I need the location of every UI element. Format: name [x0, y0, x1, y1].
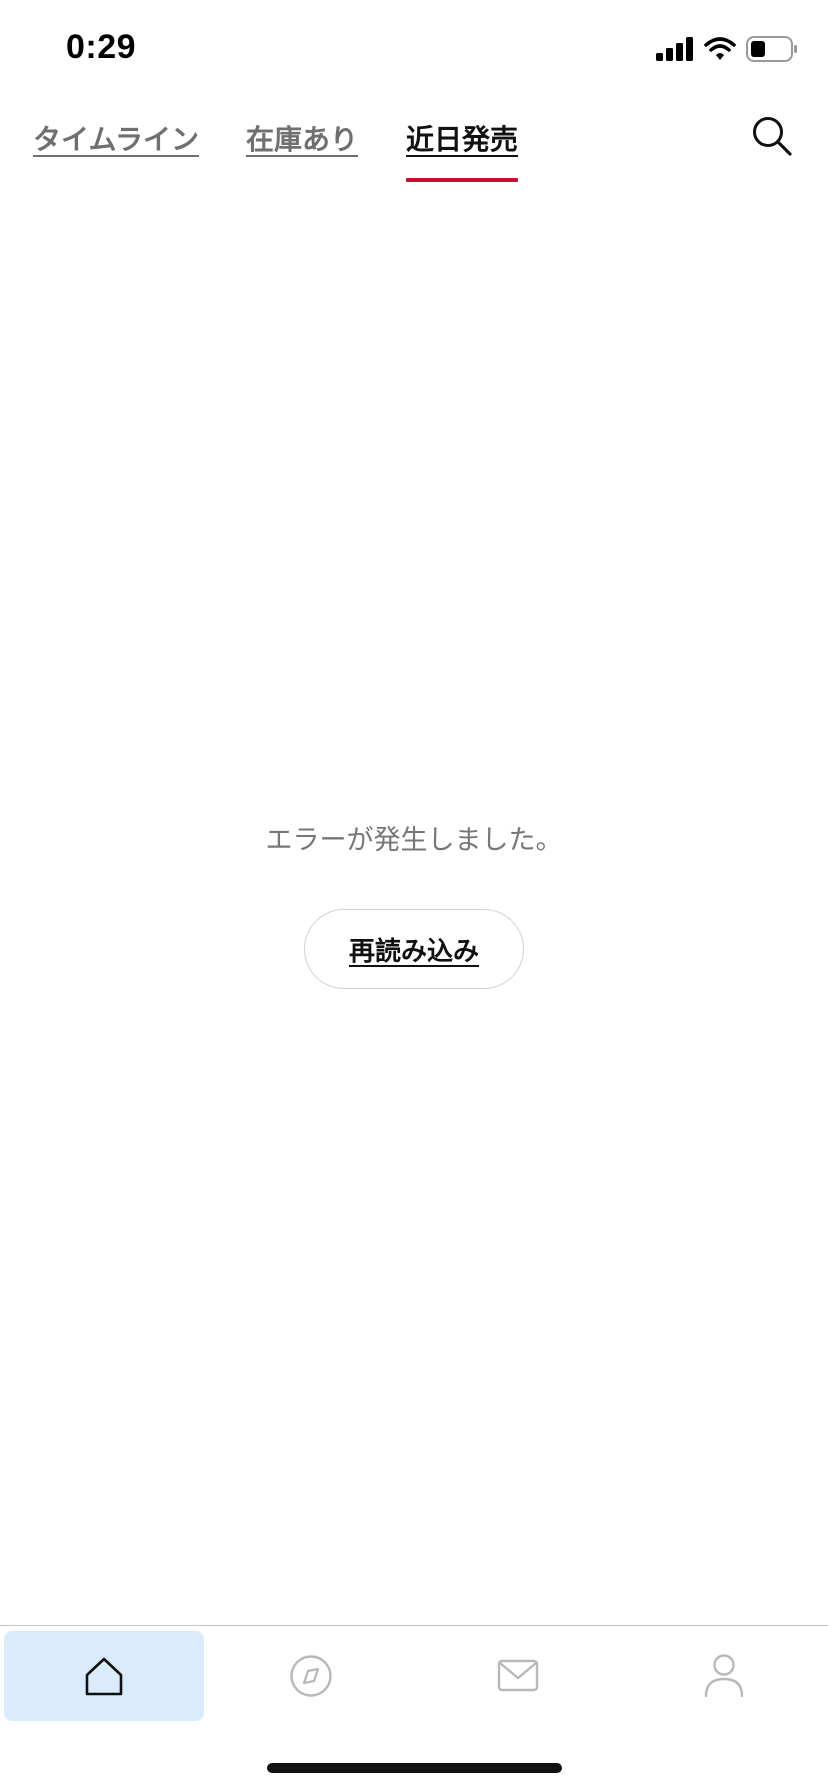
wifi-icon: [704, 37, 736, 61]
bottom-nav: [0, 1625, 828, 1725]
search-button[interactable]: [750, 114, 794, 158]
reload-button-label: 再読み込み: [348, 936, 479, 967]
nav-messages[interactable]: [418, 1631, 618, 1721]
home-icon: [85, 1657, 123, 1696]
status-time: 0:29: [66, 28, 137, 66]
tab-timeline[interactable]: タイムライン: [33, 118, 199, 158]
reload-button[interactable]: 再読み込み: [304, 909, 524, 989]
battery-icon: [746, 36, 798, 62]
profile-icon: [704, 1654, 744, 1698]
nav-home[interactable]: [4, 1631, 204, 1721]
app-screen: 0:29 タイムライン 在庫あり 近日発売 エラーが発生しました。 再読み込み: [0, 0, 828, 1792]
nav-profile[interactable]: [624, 1631, 824, 1721]
mail-icon: [497, 1659, 539, 1692]
top-tab-bar: タイムライン 在庫あり 近日発売: [0, 110, 828, 186]
active-tab-indicator: [406, 178, 518, 182]
status-icons: [656, 34, 798, 64]
signal-icon: [656, 37, 694, 61]
tab-coming-soon[interactable]: 近日発売: [406, 118, 518, 158]
error-message: エラーが発生しました。: [265, 825, 563, 856]
compass-icon: [290, 1655, 332, 1697]
search-icon: [753, 117, 792, 156]
nav-explore[interactable]: [211, 1631, 411, 1721]
tab-in-stock[interactable]: 在庫あり: [246, 118, 358, 158]
home-indicator: [267, 1763, 562, 1773]
